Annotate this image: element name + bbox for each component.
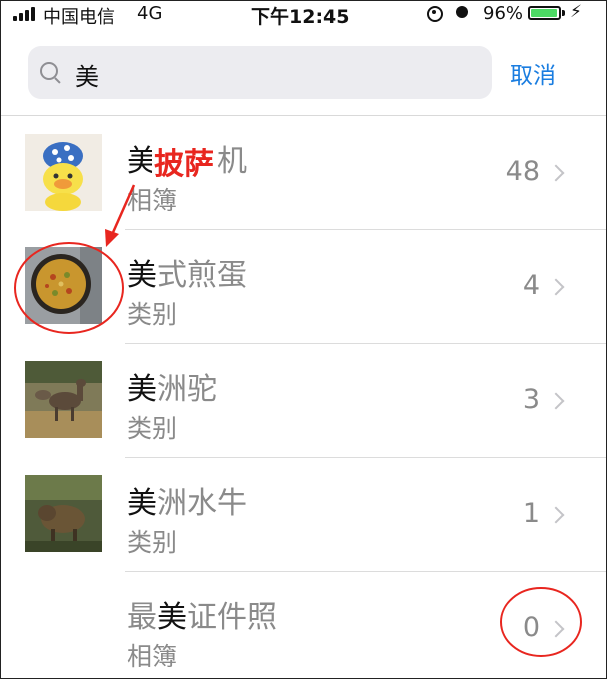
annotation-overlay xyxy=(14,184,582,657)
annotation-arrow-head xyxy=(105,229,119,247)
annotation-circle-count xyxy=(500,587,582,657)
annotation-circle-thumbnail xyxy=(14,242,124,334)
annotation-arrow-line xyxy=(109,184,136,238)
screen: 中国电信 4G 下午12:45 96% ⚡ 美 取消 美颜相机 相簿 48 披萨 xyxy=(0,0,607,679)
